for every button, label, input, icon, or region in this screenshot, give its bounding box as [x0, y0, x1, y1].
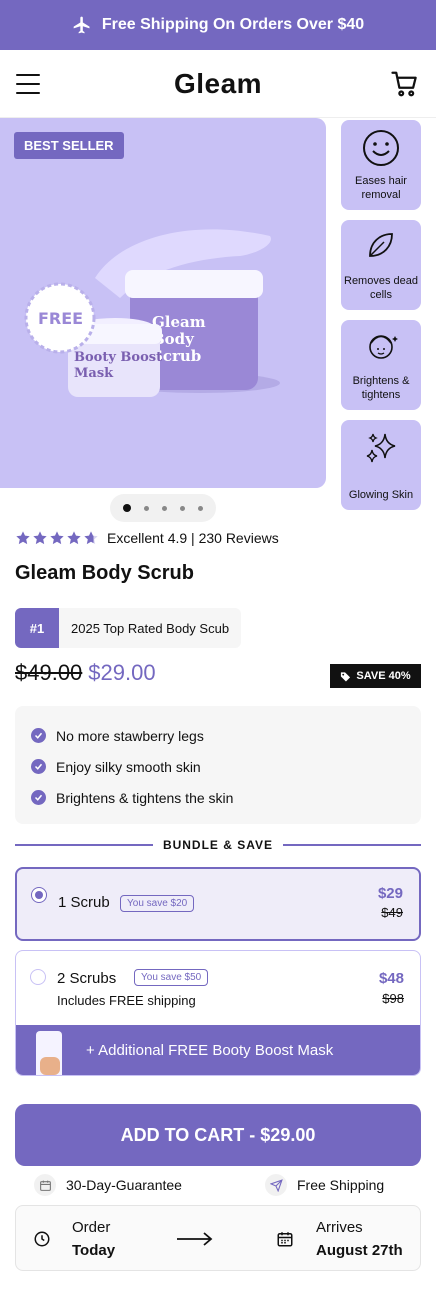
option-name: 1 Scrub	[58, 894, 110, 911]
check-icon	[31, 728, 46, 743]
star-icon	[33, 531, 47, 545]
sale-price: $29.00	[88, 660, 156, 685]
carousel-dot[interactable]	[180, 505, 185, 511]
bundle-option-1[interactable]: 1 Scrub You save $20 $29 $49	[15, 867, 421, 941]
radio-selected[interactable]	[31, 887, 47, 903]
feature-label: Brightens & tightens	[352, 375, 410, 401]
free-gift-text: + Additional FREE Booty Boost Mask	[86, 1041, 334, 1059]
benefit-text: Brightens & tightens the skin	[56, 789, 234, 806]
benefit-text: Enjoy silky smooth skin	[56, 758, 201, 775]
rating-text: Excellent 4.9 | 230 Reviews	[107, 530, 279, 546]
star-icon	[50, 531, 64, 545]
free-gift-bar: + Additional FREE Booty Boost Mask	[16, 1025, 420, 1075]
order-value: Today	[72, 1242, 116, 1259]
carousel-dots	[110, 494, 216, 522]
rank-number: #1	[15, 608, 59, 648]
calendar-icon	[34, 1174, 56, 1196]
star-icon	[16, 531, 30, 545]
guarantee-badge: 30-Day-Guarantee	[34, 1174, 182, 1196]
shipping-text: Free Shipping	[297, 1177, 385, 1193]
arrow-right-icon	[177, 1232, 213, 1246]
product-illustration: Gleam Body Scrub Booty Boost Mask FREE	[24, 229, 280, 397]
menu-icon[interactable]	[16, 73, 40, 94]
benefit-item: No more stawberry legs	[31, 720, 405, 751]
mask-label-line1: Booty Boost	[74, 350, 162, 365]
mask-label-line2: Mask	[74, 366, 114, 381]
bundle-title-text: BUNDLE & SAVE	[162, 838, 274, 852]
option-name: 2 Scrubs	[57, 970, 117, 987]
feature-tile-brighten: Brightens & tightens	[341, 320, 421, 410]
arrive-column: Arrives August 27th	[316, 1216, 403, 1262]
option-subtext: Includes FREE shipping	[57, 993, 196, 1008]
benefit-item: Enjoy silky smooth skin	[31, 751, 405, 782]
free-seal-text: FREE	[38, 309, 83, 328]
feature-tile-hair: Eases hair removal	[341, 120, 421, 210]
rank-badge: #1 2025 Top Rated Body Scub	[15, 608, 242, 648]
feature-tile-cells: Removes dead cells	[341, 220, 421, 310]
star-rating	[15, 530, 99, 546]
arrive-value: August 27th	[316, 1242, 403, 1259]
announcement-text: Free Shipping On Orders Over $40	[101, 16, 365, 33]
product-title: Gleam Body Scrub	[15, 562, 194, 584]
site-header: Gleam	[0, 50, 436, 118]
arrive-label: Arrives	[316, 1219, 363, 1236]
carousel-dot[interactable]	[162, 505, 167, 511]
product-image[interactable]: BEST SELLER Gleam Body Scrub Booty Boost…	[0, 118, 326, 488]
star-half-icon	[84, 531, 98, 545]
sparkle-icon	[366, 433, 396, 463]
feature-label: Glowing Skin	[348, 489, 414, 501]
feature-tile-glow: Glowing Skin	[341, 420, 421, 510]
leaf-icon	[369, 233, 393, 257]
guarantee-text: 30-Day-Guarantee	[66, 1177, 182, 1193]
save-badge: SAVE 40%	[330, 664, 421, 688]
order-label: Order	[72, 1219, 111, 1236]
hand-graphic	[40, 1057, 60, 1075]
savings-pill: You save $50	[134, 969, 209, 986]
face-icon	[369, 335, 398, 359]
send-icon	[265, 1174, 287, 1196]
savings-pill: You save $20	[120, 895, 195, 912]
option-old-price: $49	[381, 905, 403, 920]
option-price: $48	[378, 970, 404, 987]
option-old-price: $98	[382, 991, 404, 1006]
benefit-item: Brightens & tightens the skin	[31, 782, 405, 813]
price-row: $49.00 $29.00	[15, 660, 156, 686]
logo[interactable]: Gleam	[0, 68, 436, 100]
tag-icon	[341, 671, 351, 682]
bundle-heading: BUNDLE & SAVE	[15, 836, 421, 854]
feature-label: Removes dead cells	[344, 275, 418, 301]
plane-icon	[73, 16, 90, 34]
announcement-bar: Free Shipping On Orders Over $40	[0, 0, 436, 50]
option-price: $29	[377, 885, 403, 902]
add-to-cart-button[interactable]: ADD TO CART - $29.00	[15, 1104, 421, 1166]
cart-icon[interactable]	[390, 69, 420, 99]
carousel-dot[interactable]	[198, 505, 203, 511]
clock-icon	[34, 1231, 50, 1247]
check-icon	[31, 759, 46, 774]
order-column: Order Today	[72, 1216, 115, 1262]
smile-icon	[363, 130, 399, 166]
carousel-dot[interactable]	[123, 504, 131, 512]
benefits-list: No more stawberry legs Enjoy silky smoot…	[15, 706, 421, 824]
save-text: SAVE 40%	[356, 670, 411, 682]
free-shipping-badge: Free Shipping	[265, 1174, 384, 1196]
delivery-estimate: Order Today Arrives August 27th	[15, 1205, 421, 1271]
radio-unselected[interactable]	[30, 969, 46, 985]
carousel-dot[interactable]	[144, 505, 149, 511]
feature-label: Eases hair removal	[355, 175, 407, 201]
bundle-option-2[interactable]: 2 Scrubs You save $50 Includes FREE ship…	[15, 950, 421, 1076]
benefit-text: No more stawberry legs	[56, 727, 204, 744]
rating-row[interactable]: Excellent 4.9 | 230 Reviews	[15, 530, 279, 546]
original-price: $49.00	[15, 660, 83, 685]
star-icon	[67, 531, 81, 545]
rank-text: 2025 Top Rated Body Scub	[71, 620, 230, 636]
calendar-grid-icon	[277, 1232, 293, 1247]
check-icon	[31, 790, 46, 805]
